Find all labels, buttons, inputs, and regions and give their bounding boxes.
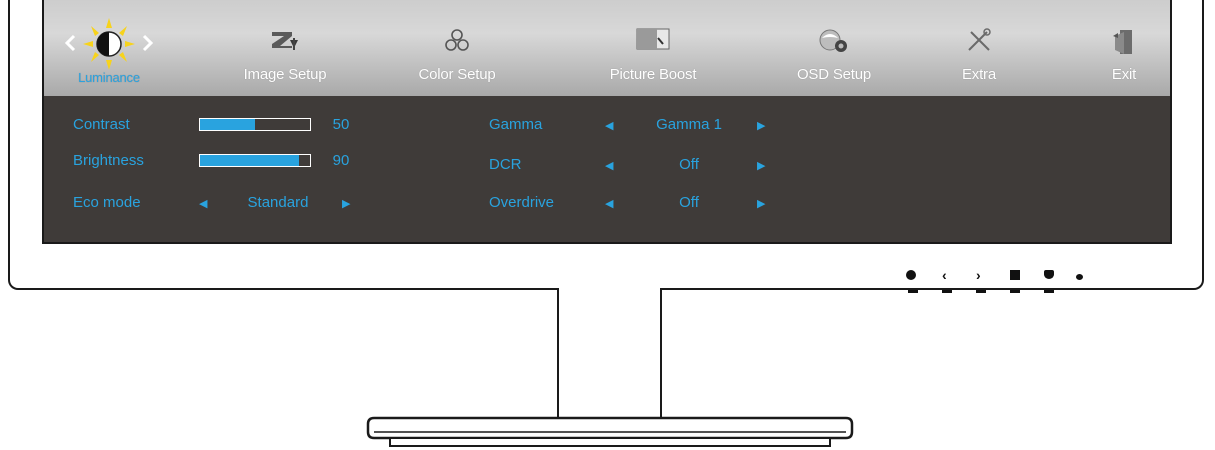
image-setup-icon: [272, 32, 298, 50]
sun-icon: [64, 18, 154, 70]
brightness-value: 90: [332, 152, 350, 169]
dcr-left-arrow-icon[interactable]: ◀: [605, 159, 613, 172]
tab-label: Luminance: [78, 70, 140, 85]
eco-mode-value: Standard: [247, 194, 309, 211]
tab-label: Color Setup: [418, 66, 496, 83]
osd-tab-bar: Luminance Image Setup Color Setup Pictur…: [44, 0, 1170, 96]
tab-picture-boost[interactable]: Picture Boost: [588, 0, 718, 96]
osd-setup-icon: [819, 29, 847, 52]
exit-icon: [1113, 30, 1132, 54]
tab-label: Exit: [1111, 66, 1137, 83]
button-base: [976, 290, 986, 293]
dcr-right-arrow-icon[interactable]: ▶: [757, 159, 765, 172]
gamma-label: Gamma: [489, 116, 543, 133]
overdrive-left-arrow-icon[interactable]: ◀: [605, 197, 613, 210]
power-button[interactable]: [906, 270, 916, 280]
menu-button[interactable]: [1010, 270, 1020, 280]
monitor-stand-neck: [557, 288, 662, 422]
tab-extra[interactable]: Extra: [924, 0, 1034, 96]
dcr-value: Off: [679, 156, 699, 173]
tab-image-setup[interactable]: Image Setup: [225, 0, 345, 96]
monitor-buttons: ‹ ›: [880, 266, 1100, 296]
left-button-icon[interactable]: ‹: [942, 267, 947, 283]
brightness-slider[interactable]: [199, 154, 311, 167]
gamma-value: Gamma 1: [656, 116, 722, 133]
extra-tools-icon: [968, 28, 991, 51]
overdrive-label: Overdrive: [489, 194, 555, 211]
brightness-slider-fill: [200, 155, 299, 166]
contrast-slider-fill: [200, 119, 255, 130]
gamma-right-arrow-icon[interactable]: ▶: [757, 119, 765, 132]
color-setup-icon: [445, 29, 469, 51]
tab-label: Extra: [961, 66, 996, 83]
button-base: [1044, 290, 1054, 293]
picture-boost-icon: [636, 28, 670, 50]
contrast-label: Contrast: [73, 116, 130, 133]
overdrive-value: Off: [679, 194, 699, 211]
eco-mode-right-arrow-icon[interactable]: ▶: [342, 197, 350, 210]
tab-label: Image Setup: [243, 66, 327, 83]
contrast-slider[interactable]: [199, 118, 311, 131]
tab-label: OSD Setup: [796, 66, 872, 83]
button-base: [942, 290, 952, 293]
tab-label: Picture Boost: [609, 66, 697, 83]
tab-exit[interactable]: Exit: [1084, 0, 1164, 96]
tab-color-setup[interactable]: Color Setup: [397, 0, 517, 96]
eco-mode-label: Eco mode: [73, 194, 141, 211]
right-button-icon[interactable]: ›: [976, 267, 981, 283]
tab-luminance[interactable]: Luminance: [44, 0, 174, 96]
power-indicator: [1076, 274, 1083, 280]
brightness-label: Brightness: [73, 152, 144, 169]
contrast-value: 50: [332, 116, 350, 133]
exit-button[interactable]: [1044, 270, 1054, 279]
overdrive-right-arrow-icon[interactable]: ▶: [757, 197, 765, 210]
monitor-stand-base: [366, 416, 854, 447]
dcr-label: DCR: [489, 156, 522, 173]
button-base: [908, 290, 918, 293]
gamma-left-arrow-icon[interactable]: ◀: [605, 119, 613, 132]
button-base: [1010, 290, 1020, 293]
eco-mode-left-arrow-icon[interactable]: ◀: [199, 197, 207, 210]
tab-osd-setup[interactable]: OSD Setup: [769, 0, 899, 96]
